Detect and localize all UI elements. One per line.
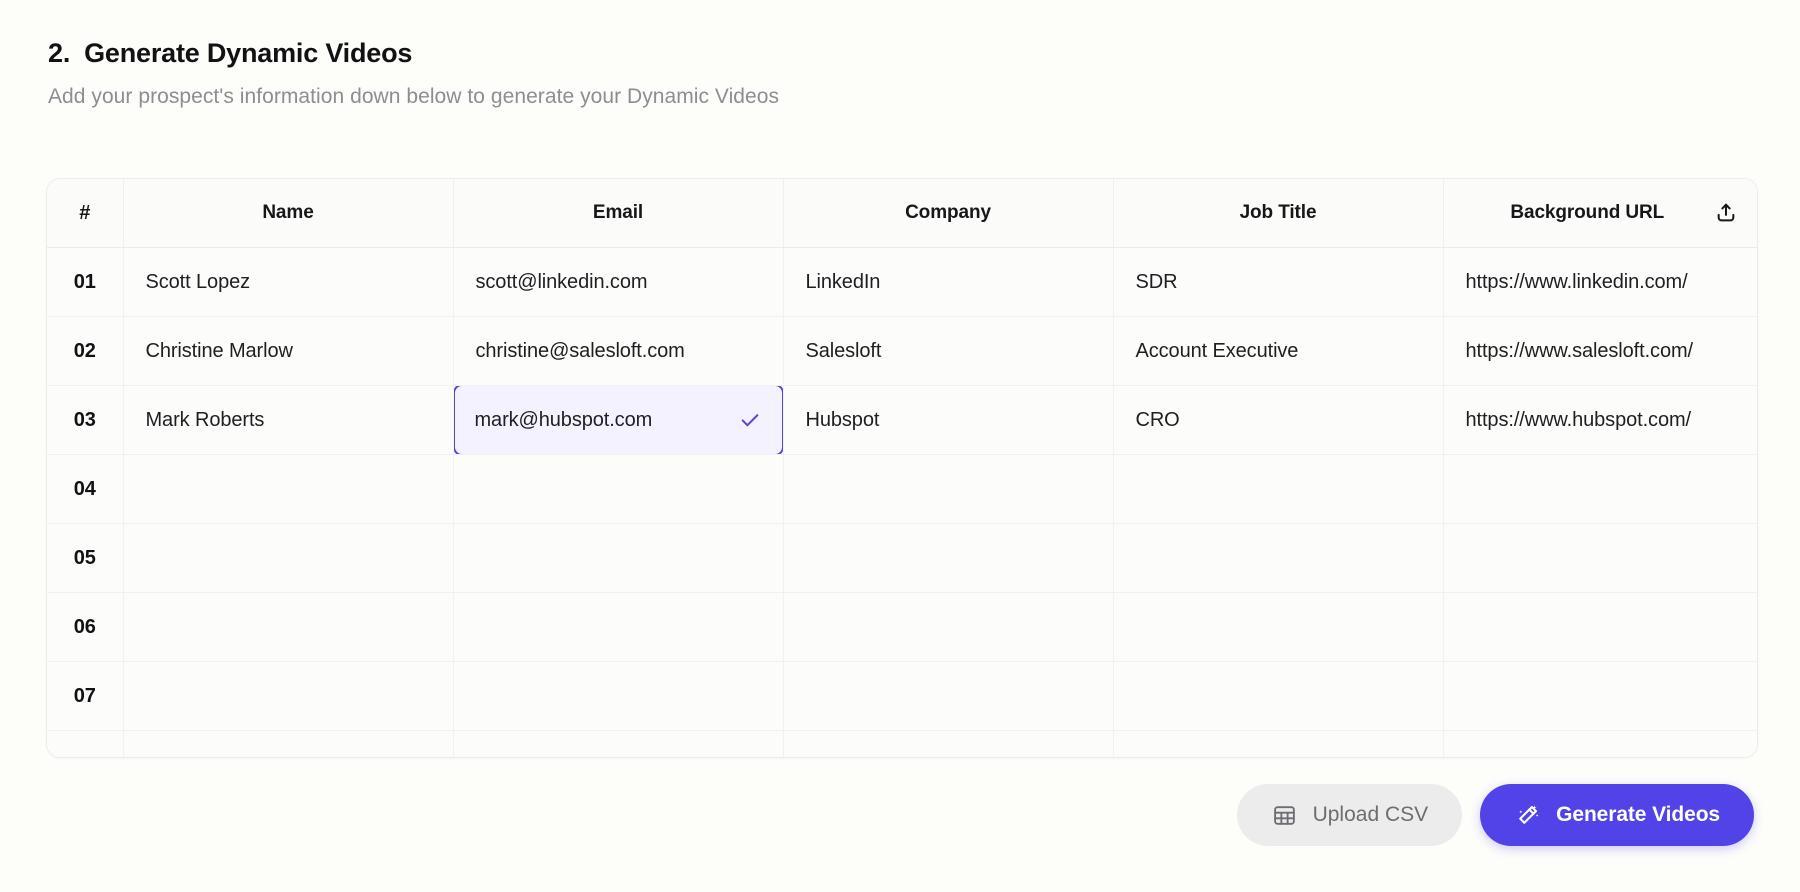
prospects-table-container[interactable]: # Name Email Company Job Title Backgroun… bbox=[46, 178, 1758, 758]
generate-videos-button[interactable]: Generate Videos bbox=[1480, 784, 1754, 846]
cell-background-url[interactable] bbox=[1443, 731, 1757, 759]
cell-company[interactable] bbox=[783, 662, 1113, 731]
cell-company[interactable]: Salesloft bbox=[783, 317, 1113, 386]
cell-job-title[interactable]: SDR bbox=[1113, 248, 1443, 317]
page-title: 2. Generate Dynamic Videos bbox=[48, 38, 1752, 69]
table-row[interactable]: 07 bbox=[47, 662, 1757, 731]
cell-background-url[interactable]: https://www.salesloft.com/ bbox=[1443, 317, 1757, 386]
cell-name[interactable]: Christine Marlow bbox=[123, 317, 453, 386]
upload-csv-label: Upload CSV bbox=[1313, 803, 1429, 827]
cell-job-title[interactable] bbox=[1113, 455, 1443, 524]
cell-email[interactable]: christine@salesloft.com bbox=[453, 317, 783, 386]
table-row[interactable]: 05 bbox=[47, 524, 1757, 593]
section-title-text: Generate Dynamic Videos bbox=[84, 38, 412, 69]
cell-name[interactable] bbox=[123, 731, 453, 759]
section-number: 2. bbox=[48, 38, 70, 69]
cell-email[interactable] bbox=[453, 593, 783, 662]
column-header-company: Company bbox=[783, 179, 1113, 248]
grid-icon bbox=[1271, 801, 1299, 829]
upload-csv-button[interactable]: Upload CSV bbox=[1237, 784, 1463, 846]
cell-email[interactable] bbox=[453, 455, 783, 524]
cell-name[interactable] bbox=[123, 593, 453, 662]
cell-job-title[interactable] bbox=[1113, 524, 1443, 593]
table-header: # Name Email Company Job Title Backgroun… bbox=[47, 179, 1757, 248]
table-row[interactable]: 01 Scott Lopez scott@linkedin.com Linked… bbox=[47, 248, 1757, 317]
cell-email[interactable]: scott@linkedin.com bbox=[453, 248, 783, 317]
active-cell-editor[interactable]: mark@hubspot.com bbox=[453, 386, 783, 455]
active-cell-value: mark@hubspot.com bbox=[475, 409, 738, 432]
prospects-table: # Name Email Company Job Title Backgroun… bbox=[47, 179, 1757, 758]
magic-wand-icon bbox=[1514, 801, 1542, 829]
table-actions: Upload CSV Generate Videos bbox=[1237, 784, 1754, 846]
cell-company[interactable] bbox=[783, 455, 1113, 524]
cell-background-url[interactable] bbox=[1443, 662, 1757, 731]
table-row[interactable]: 04 bbox=[47, 455, 1757, 524]
table-row[interactable]: 06 bbox=[47, 593, 1757, 662]
cell-email[interactable] bbox=[453, 731, 783, 759]
cell-company[interactable] bbox=[783, 593, 1113, 662]
cell-job-title[interactable] bbox=[1113, 662, 1443, 731]
row-number: 02 bbox=[47, 317, 123, 386]
row-number: 03 bbox=[47, 386, 123, 455]
table-body: 01 Scott Lopez scott@linkedin.com Linked… bbox=[47, 248, 1757, 759]
column-header-job-title: Job Title bbox=[1113, 179, 1443, 248]
cell-job-title[interactable] bbox=[1113, 731, 1443, 759]
row-number: 07 bbox=[47, 662, 123, 731]
row-number: 04 bbox=[47, 455, 123, 524]
row-number: 05 bbox=[47, 524, 123, 593]
cell-company[interactable] bbox=[783, 731, 1113, 759]
cell-job-title[interactable]: Account Executive bbox=[1113, 317, 1443, 386]
column-header-number: # bbox=[47, 179, 123, 248]
section-header: 2. Generate Dynamic Videos Add your pros… bbox=[48, 0, 1752, 109]
check-icon bbox=[738, 408, 762, 432]
table-row[interactable]: 02 Christine Marlow christine@salesloft.… bbox=[47, 317, 1757, 386]
table-row[interactable]: 03 Mark Roberts mark@hubspot.com Hu bbox=[47, 386, 1757, 455]
cell-company[interactable]: Hubspot bbox=[783, 386, 1113, 455]
cell-background-url[interactable]: https://www.linkedin.com/ bbox=[1443, 248, 1757, 317]
table-row[interactable]: 08 bbox=[47, 731, 1757, 759]
cell-background-url[interactable] bbox=[1443, 593, 1757, 662]
cell-email[interactable] bbox=[453, 662, 783, 731]
cell-name[interactable]: Scott Lopez bbox=[123, 248, 453, 317]
row-number: 01 bbox=[47, 248, 123, 317]
cell-background-url[interactable] bbox=[1443, 524, 1757, 593]
cell-email-active[interactable]: mark@hubspot.com bbox=[453, 386, 783, 455]
cell-name[interactable] bbox=[123, 455, 453, 524]
generate-videos-label: Generate Videos bbox=[1556, 803, 1720, 827]
table-header-row: # Name Email Company Job Title Backgroun… bbox=[47, 179, 1757, 248]
cell-job-title[interactable]: CRO bbox=[1113, 386, 1443, 455]
column-header-name: Name bbox=[123, 179, 453, 248]
cell-name[interactable]: Mark Roberts bbox=[123, 386, 453, 455]
column-header-background-url: Background URL bbox=[1443, 179, 1757, 248]
cell-background-url[interactable] bbox=[1443, 455, 1757, 524]
section-subtitle: Add your prospect's information down bel… bbox=[48, 85, 1752, 109]
cell-name[interactable] bbox=[123, 662, 453, 731]
cell-job-title[interactable] bbox=[1113, 593, 1443, 662]
row-number: 06 bbox=[47, 593, 123, 662]
generate-dynamic-videos-page: 2. Generate Dynamic Videos Add your pros… bbox=[0, 0, 1800, 892]
cell-email[interactable] bbox=[453, 524, 783, 593]
column-header-email: Email bbox=[453, 179, 783, 248]
column-header-background-url-label: Background URL bbox=[1462, 202, 1714, 224]
cell-company[interactable]: LinkedIn bbox=[783, 248, 1113, 317]
upload-icon[interactable] bbox=[1713, 200, 1739, 226]
cell-name[interactable] bbox=[123, 524, 453, 593]
cell-company[interactable] bbox=[783, 524, 1113, 593]
row-number: 08 bbox=[47, 731, 123, 759]
cell-background-url[interactable]: https://www.hubspot.com/ bbox=[1443, 386, 1757, 455]
